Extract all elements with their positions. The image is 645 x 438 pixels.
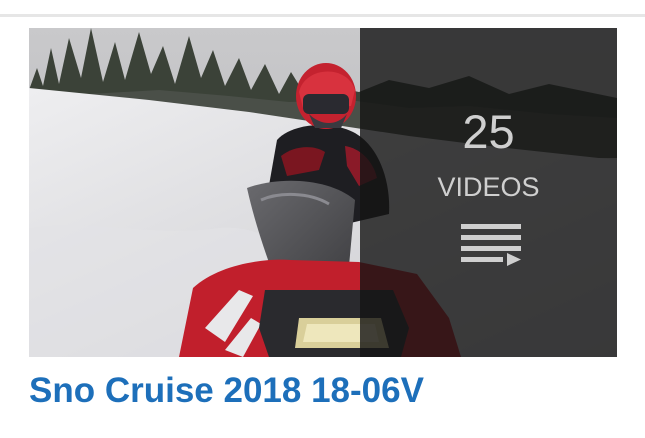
top-divider bbox=[0, 14, 645, 17]
playlist-overlay: 25 VIDEOS bbox=[360, 28, 617, 357]
playlist-thumbnail-card[interactable]: 25 VIDEOS bbox=[29, 28, 617, 357]
video-count: 25 bbox=[462, 105, 515, 158]
playlist-icon bbox=[461, 224, 521, 266]
video-count-label: VIDEOS bbox=[437, 172, 540, 202]
playlist-title-link[interactable]: Sno Cruise 2018 18-06V bbox=[29, 371, 424, 411]
